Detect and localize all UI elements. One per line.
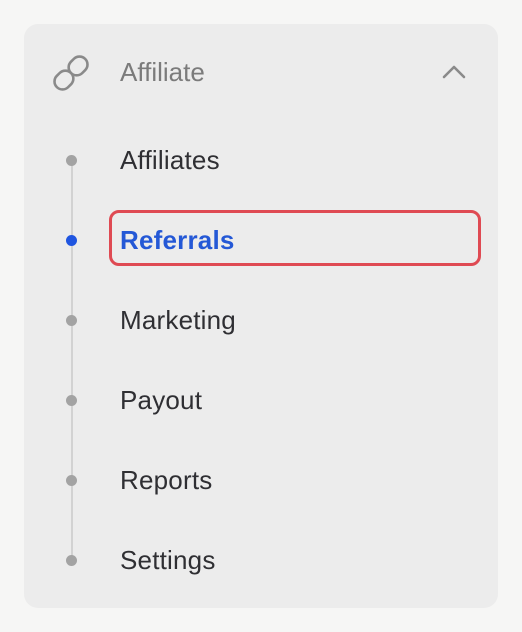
bullet-dot (66, 155, 77, 166)
sidebar-item-affiliates[interactable]: Affiliates (24, 130, 498, 190)
sidebar-item-label: Payout (120, 385, 203, 415)
sidebar-item-settings[interactable]: Settings (24, 530, 498, 590)
sidebar-item-reports[interactable]: Reports (24, 450, 498, 510)
selection-highlight-outline (109, 210, 481, 266)
sidebar-item-label: Marketing (120, 305, 236, 335)
chevron-up-icon[interactable] (440, 62, 468, 82)
bullet-dot (66, 555, 77, 566)
affiliate-nav-panel: Affiliate Affiliates Referrals Marketing… (24, 24, 498, 608)
bullet-dot (66, 475, 77, 486)
sidebar-item-label: Affiliates (120, 145, 220, 175)
link-icon (48, 50, 94, 96)
affiliate-group-title: Affiliate (120, 57, 205, 87)
affiliate-group-toggle[interactable]: Affiliate (24, 24, 498, 120)
sidebar-item-label: Reports (120, 465, 213, 495)
active-bullet-dot (66, 235, 77, 246)
sidebar-item-payout[interactable]: Payout (24, 370, 498, 430)
sidebar-item-marketing[interactable]: Marketing (24, 290, 498, 350)
bullet-dot (66, 315, 77, 326)
sidebar-item-label: Settings (120, 545, 216, 575)
bullet-dot (66, 395, 77, 406)
